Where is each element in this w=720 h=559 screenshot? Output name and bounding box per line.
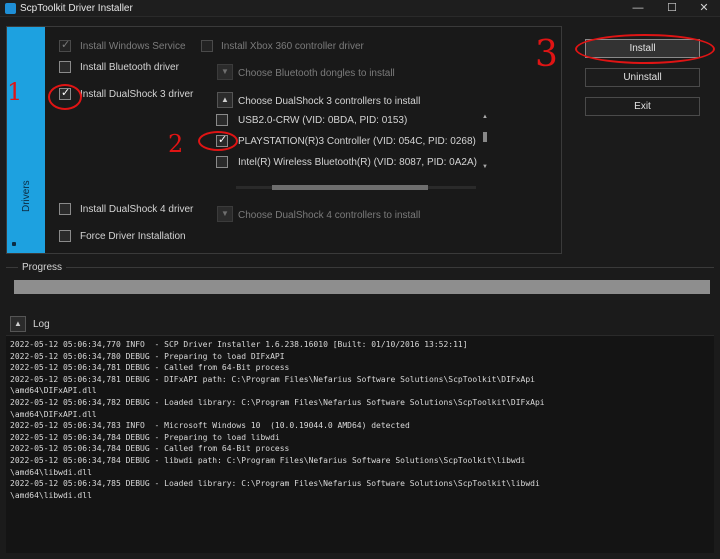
progress-group: Progress [6, 262, 714, 301]
log-expander[interactable]: ▲ [10, 316, 26, 332]
annotation-step-2: 2 [168, 130, 184, 158]
window-title: ScpToolkit Driver Installer [20, 3, 133, 14]
drivers-tab[interactable]: Drivers [7, 27, 45, 253]
log-line: 2022-05-12 05:06:34,785 DEBUG - Loaded l… [10, 479, 540, 489]
log-line: 2022-05-12 05:06:34,781 DEBUG - Called f… [10, 363, 290, 373]
xbox360-label: Install Xbox 360 controller driver [221, 41, 364, 52]
usb-crw-checkbox[interactable] [216, 114, 228, 126]
intel-bluetooth-checkbox[interactable] [216, 156, 228, 168]
bluetooth-driver-checkbox[interactable] [59, 61, 71, 73]
log-line: 2022-05-12 05:06:34,770 INFO - SCP Drive… [10, 340, 468, 349]
ds3-controllers-expander[interactable]: ▲ [217, 92, 233, 108]
scroll-down-icon[interactable]: ▼ [481, 164, 489, 170]
log-line: 2022-05-12 05:06:34,784 DEBUG - Called f… [10, 444, 290, 454]
scroll-thumb[interactable] [483, 132, 487, 142]
ds3-list-vertical-scrollbar[interactable]: ▲ ▼ [481, 114, 489, 172]
drivers-tab-label: Drivers [21, 180, 32, 212]
log-line: \amd64\libwdi.dll [10, 490, 92, 500]
bluetooth-dongles-label: Choose Bluetooth dongles to install [238, 68, 395, 79]
annotation-circle-1 [48, 84, 82, 110]
scroll-up-icon[interactable]: ▲ [481, 114, 489, 120]
scroll-thumb[interactable] [272, 185, 428, 190]
log-line: 2022-05-12 05:06:34,784 DEBUG - Preparin… [10, 432, 280, 442]
log-output[interactable]: 2022-05-12 05:06:34,770 INFO - SCP Drive… [6, 335, 714, 553]
ds4-controllers-label: Choose DualShock 4 controllers to instal… [238, 210, 421, 221]
ds3-controller-list: USB2.0-CRW (VID: 0BDA, PID: 0153) PLAYST… [212, 112, 492, 176]
force-install-label: Force Driver Installation [80, 231, 186, 242]
log-line: 2022-05-12 05:06:34,780 DEBUG - Preparin… [10, 351, 285, 361]
maximize-button[interactable]: ☐ [656, 0, 688, 17]
app-icon [5, 3, 16, 14]
ds4-driver-checkbox[interactable] [59, 203, 71, 215]
progress-label: Progress [18, 262, 67, 273]
list-item-label: USB2.0-CRW (VID: 0BDA, PID: 0153) [238, 115, 408, 126]
list-item-label: PLAYSTATION(R)3 Controller (VID: 054C, P… [238, 136, 476, 147]
annotation-circle-3 [575, 34, 715, 64]
windows-service-checkbox[interactable] [59, 38, 71, 52]
uninstall-button[interactable]: Uninstall [585, 68, 700, 87]
close-button[interactable]: ✕ [688, 0, 720, 17]
exit-button[interactable]: Exit [585, 97, 700, 116]
log-line: 2022-05-12 05:06:34,783 INFO - Microsoft… [10, 421, 410, 431]
log-line: \amd64\libwdi.dll [10, 467, 92, 477]
ds3-driver-label: Install DualShock 3 driver [80, 89, 194, 100]
log-line: 2022-05-12 05:06:34,784 DEBUG - libwdi p… [10, 455, 526, 465]
list-item-label: Intel(R) Wireless Bluetooth(R) (VID: 808… [238, 157, 477, 168]
log-line: 2022-05-12 05:06:34,781 DEBUG - DIFxAPI … [10, 374, 535, 384]
log-label: Log [33, 319, 50, 330]
log-lines: 2022-05-12 05:06:34,770 INFO - SCP Drive… [10, 339, 545, 501]
windows-service-label: Install Windows Service [80, 41, 186, 52]
annotation-circle-2 [198, 131, 238, 151]
log-line: \amd64\DIFxAPI.dll [10, 409, 97, 419]
ds3-controllers-label: Choose DualShock 3 controllers to instal… [238, 96, 421, 107]
bluetooth-dongles-expander[interactable]: ▼ [217, 64, 233, 80]
ds4-controllers-expander[interactable]: ▼ [217, 206, 233, 222]
progress-bar [14, 280, 710, 294]
minimize-button[interactable]: — [622, 0, 654, 17]
log-line: \amd64\DIFxAPI.dll [10, 386, 97, 396]
force-install-checkbox[interactable] [59, 230, 71, 242]
title-bar: ScpToolkit Driver Installer — ☐ ✕ [0, 0, 720, 17]
tab-indicator-icon [12, 242, 16, 246]
xbox360-checkbox[interactable] [201, 40, 213, 52]
ds3-list-horizontal-scrollbar[interactable] [236, 185, 476, 190]
ds4-driver-label: Install DualShock 4 driver [80, 204, 194, 215]
annotation-step-3: 3 [535, 34, 558, 75]
log-line: 2022-05-12 05:06:34,782 DEBUG - Loaded l… [10, 397, 545, 407]
annotation-step-1: 1 [7, 78, 23, 106]
bluetooth-driver-label: Install Bluetooth driver [80, 62, 179, 73]
